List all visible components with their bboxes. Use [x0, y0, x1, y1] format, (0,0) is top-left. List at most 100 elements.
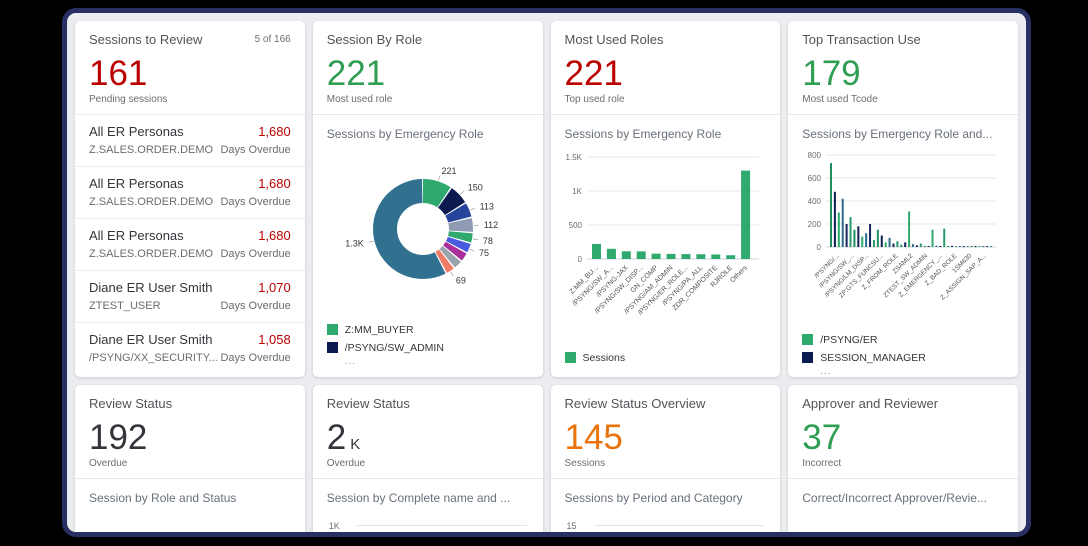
- legend-item: SESSION_MANAGER: [802, 352, 1004, 364]
- bar-chart-box: 05001K1.5KZ:MM_BU.../PSYNG/SW_A.../PSYNG…: [551, 143, 781, 338]
- item-value: 1,680: [258, 228, 291, 243]
- tile-title: Review Status Overview: [565, 396, 767, 411]
- tile-title: Top Transaction Use: [802, 32, 1004, 47]
- svg-text:221: 221: [441, 166, 456, 176]
- chart-title: Sessions by Emergency Role: [551, 115, 781, 143]
- item-code: ZTEST_USER: [89, 300, 161, 312]
- svg-text:1K: 1K: [572, 187, 582, 196]
- session-list-item[interactable]: All ER Personas1,680Z.SALES.ORDER.DEMODa…: [75, 114, 305, 166]
- item-unit: Days Overdue: [220, 248, 290, 260]
- kpi-value: 145: [565, 420, 767, 457]
- item-code: Z.SALES.ORDER.DEMO: [89, 196, 213, 208]
- tile-title: Approver and Reviewer: [802, 396, 1004, 411]
- kpi-label: Overdue: [89, 458, 291, 469]
- session-list-item[interactable]: All ER Personas1,680Z.SALES.ORDER.DEMODa…: [75, 218, 305, 270]
- kpi-label: Top used role: [565, 94, 767, 105]
- legend-label: Z:MM_BUYER: [345, 324, 414, 336]
- svg-text:Others: Others: [729, 264, 749, 284]
- legend-label: Sessions: [583, 352, 626, 364]
- kpi-value: 2K: [327, 420, 529, 457]
- svg-text:1.3K: 1.3K: [345, 238, 364, 248]
- partial-chart: 15: [565, 521, 767, 537]
- tile-title: Review Status: [89, 396, 291, 411]
- svg-text:75: 75: [479, 248, 489, 258]
- kpi-value: 221: [565, 56, 767, 93]
- item-unit: Days Overdue: [220, 144, 290, 156]
- tile-sessions-to-review[interactable]: Sessions to Review 5 of 166 161 Pending …: [75, 21, 305, 377]
- bar-chart: 05001K1.5KZ:MM_BU.../PSYNG/SW_A.../PSYNG…: [551, 143, 767, 333]
- donut-chart-box: 221 150 113 112 78 75 69 1.3K: [313, 143, 543, 316]
- kpi-value: 192: [89, 420, 291, 457]
- kpi-label: Incorrect: [802, 458, 1004, 469]
- tile-title: Most Used Roles: [565, 32, 767, 47]
- tile-most-used-roles[interactable]: Most Used Roles 221 Top used role Sessio…: [551, 21, 781, 377]
- svg-text:150: 150: [467, 182, 482, 192]
- kpi-label: Pending sessions: [89, 94, 291, 105]
- item-unit: Days Overdue: [220, 352, 290, 364]
- svg-text:112: 112: [484, 220, 498, 230]
- gridline: [595, 525, 765, 526]
- chart-title: Correct/Incorrect Approver/Revie...: [788, 479, 1018, 507]
- item-value: 1,680: [258, 176, 291, 191]
- tile-review-status-overview[interactable]: Review Status Overview 145 Sessions Sess…: [551, 385, 781, 537]
- tile-grid: Sessions to Review 5 of 166 161 Pending …: [67, 13, 1026, 537]
- kpi-label: Overdue: [327, 458, 529, 469]
- tile-title: Sessions to Review: [89, 32, 202, 47]
- svg-text:800: 800: [808, 151, 822, 160]
- svg-text:113: 113: [479, 201, 493, 211]
- svg-text:69: 69: [456, 275, 466, 285]
- tile-top-transaction-use[interactable]: Top Transaction Use 179 Most used Tcode …: [788, 21, 1018, 377]
- item-unit: Days Overdue: [220, 300, 290, 312]
- item-name: All ER Personas: [89, 176, 184, 191]
- legend-more: ...: [345, 356, 529, 367]
- gridline: [357, 525, 527, 526]
- kpi-label: Most used Tcode: [802, 94, 1004, 105]
- item-name: All ER Personas: [89, 228, 184, 243]
- tile-session-by-role[interactable]: Session By Role 221 Most used role Sessi…: [313, 21, 543, 377]
- tile-review-status-2k[interactable]: Review Status 2K Overdue Session by Comp…: [313, 385, 543, 537]
- svg-text:0: 0: [577, 255, 582, 264]
- chart-title: Sessions by Emergency Role: [313, 115, 543, 143]
- tile-approver-reviewer[interactable]: Approver and Reviewer 37 Incorrect Corre…: [788, 385, 1018, 537]
- legend-item: /PSYNG/ER: [802, 334, 1004, 346]
- legend-swatch: [327, 342, 338, 353]
- svg-text:0: 0: [817, 243, 822, 252]
- donut-legend: Z:MM_BUYER/PSYNG/SW_ADMIN...: [313, 316, 543, 371]
- dashboard-panel: Sessions to Review 5 of 166 161 Pending …: [62, 8, 1031, 537]
- item-code: Z.SALES.ORDER.DEMO: [89, 144, 213, 156]
- chart-title: Sessions by Period and Category: [551, 479, 781, 507]
- legend-more: ...: [820, 366, 1004, 377]
- donut-chart: 221 150 113 112 78 75 69 1.3K: [313, 143, 529, 311]
- session-list-item[interactable]: Diane ER User Smith1,058/PSYNG/XX_SECURI…: [75, 322, 305, 374]
- legend-item: /PSYNG/SW_ADMIN: [327, 342, 529, 354]
- session-list-item[interactable]: Diane ER User Smith1,070ZTEST_USERDays O…: [75, 270, 305, 322]
- chart-title: Session by Role and Status: [75, 479, 305, 507]
- item-value: 1,680: [258, 124, 291, 139]
- tile-review-status-overdue[interactable]: Review Status 192 Overdue Session by Rol…: [75, 385, 305, 537]
- legend-label: SESSION_MANAGER: [820, 352, 926, 364]
- session-list-item[interactable]: All ER Personas1,680Z.SALES.ORDER.DEMODa…: [75, 166, 305, 218]
- kpi-unit: K: [350, 436, 360, 453]
- svg-text:200: 200: [808, 220, 822, 229]
- spike-legend: /PSYNG/ER SESSION_MANAGER...: [788, 326, 1018, 377]
- sessions-list: All ER Personas 1,680 Z.SALES.ORDER.DEMO Da…: [75, 114, 305, 374]
- kpi-label: Most used role: [327, 94, 529, 105]
- legend-swatch: [802, 352, 813, 363]
- y-tick-label: 15: [567, 521, 577, 531]
- kpi-value: 37: [802, 420, 1004, 457]
- spike-chart: 0200400600800/PSYNG/.../PSYNG/SW_.../PSY…: [788, 143, 1004, 321]
- tile-title: Session By Role: [327, 32, 529, 47]
- item-name: Diane ER User Smith: [89, 332, 213, 347]
- bar-legend: Sessions: [551, 344, 781, 368]
- partial-chart: 1K: [327, 521, 529, 537]
- legend-swatch: [327, 324, 338, 335]
- legend-swatch: [802, 334, 813, 345]
- spike-chart-box: 0200400600800/PSYNG/.../PSYNG/SW_.../PSY…: [788, 143, 1018, 326]
- item-value: 1,070: [258, 280, 291, 295]
- svg-text:78: 78: [483, 236, 493, 246]
- chart-title: Session by Complete name and ...: [313, 479, 543, 507]
- legend-item: Z:MM_BUYER: [327, 324, 529, 336]
- y-tick-label: 1K: [329, 521, 340, 531]
- kpi-value: 221: [327, 56, 529, 93]
- legend-label: /PSYNG/ER: [820, 334, 877, 346]
